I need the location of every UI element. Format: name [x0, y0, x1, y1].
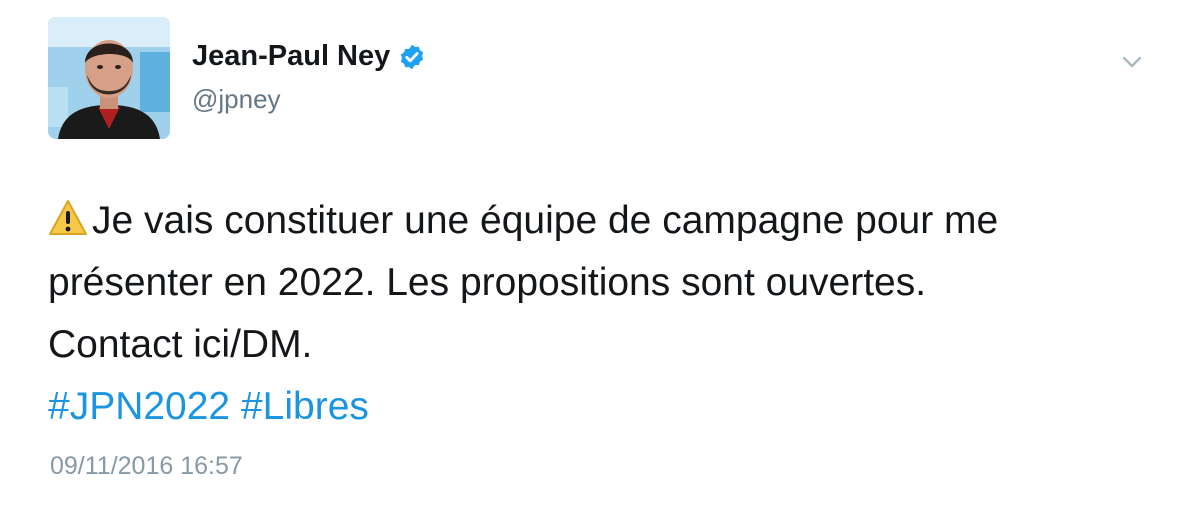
verified-badge-icon — [398, 43, 426, 71]
tweet-text: Je vais constituer une équipe de campagn… — [48, 190, 1148, 438]
tweet-text-line: Contact ici/DM. — [48, 323, 313, 366]
chevron-down-icon[interactable] — [1120, 50, 1144, 74]
tweet-text-line: Je vais constituer une équipe de campagn… — [92, 199, 999, 242]
tweet-timestamp[interactable]: 09/11/2016 16:57 — [50, 452, 243, 481]
tweet-line-1: Je vais constituer une équipe de campagn… — [48, 190, 1148, 252]
hashtag-link[interactable]: #JPN2022 — [48, 385, 230, 428]
warning-icon — [48, 199, 88, 237]
author-name-row[interactable]: Jean-Paul Ney — [192, 40, 426, 73]
avatar[interactable] — [48, 17, 170, 139]
author-display-name[interactable]: Jean-Paul Ney — [192, 40, 390, 73]
tweet-text-line: présenter en 2022. Les propositions sont… — [48, 261, 927, 304]
author-handle[interactable]: @jpney — [192, 84, 281, 115]
hashtag-link[interactable]: #Libres — [241, 385, 369, 428]
hashtags-line: #JPN2022 #Libres — [48, 376, 1148, 438]
